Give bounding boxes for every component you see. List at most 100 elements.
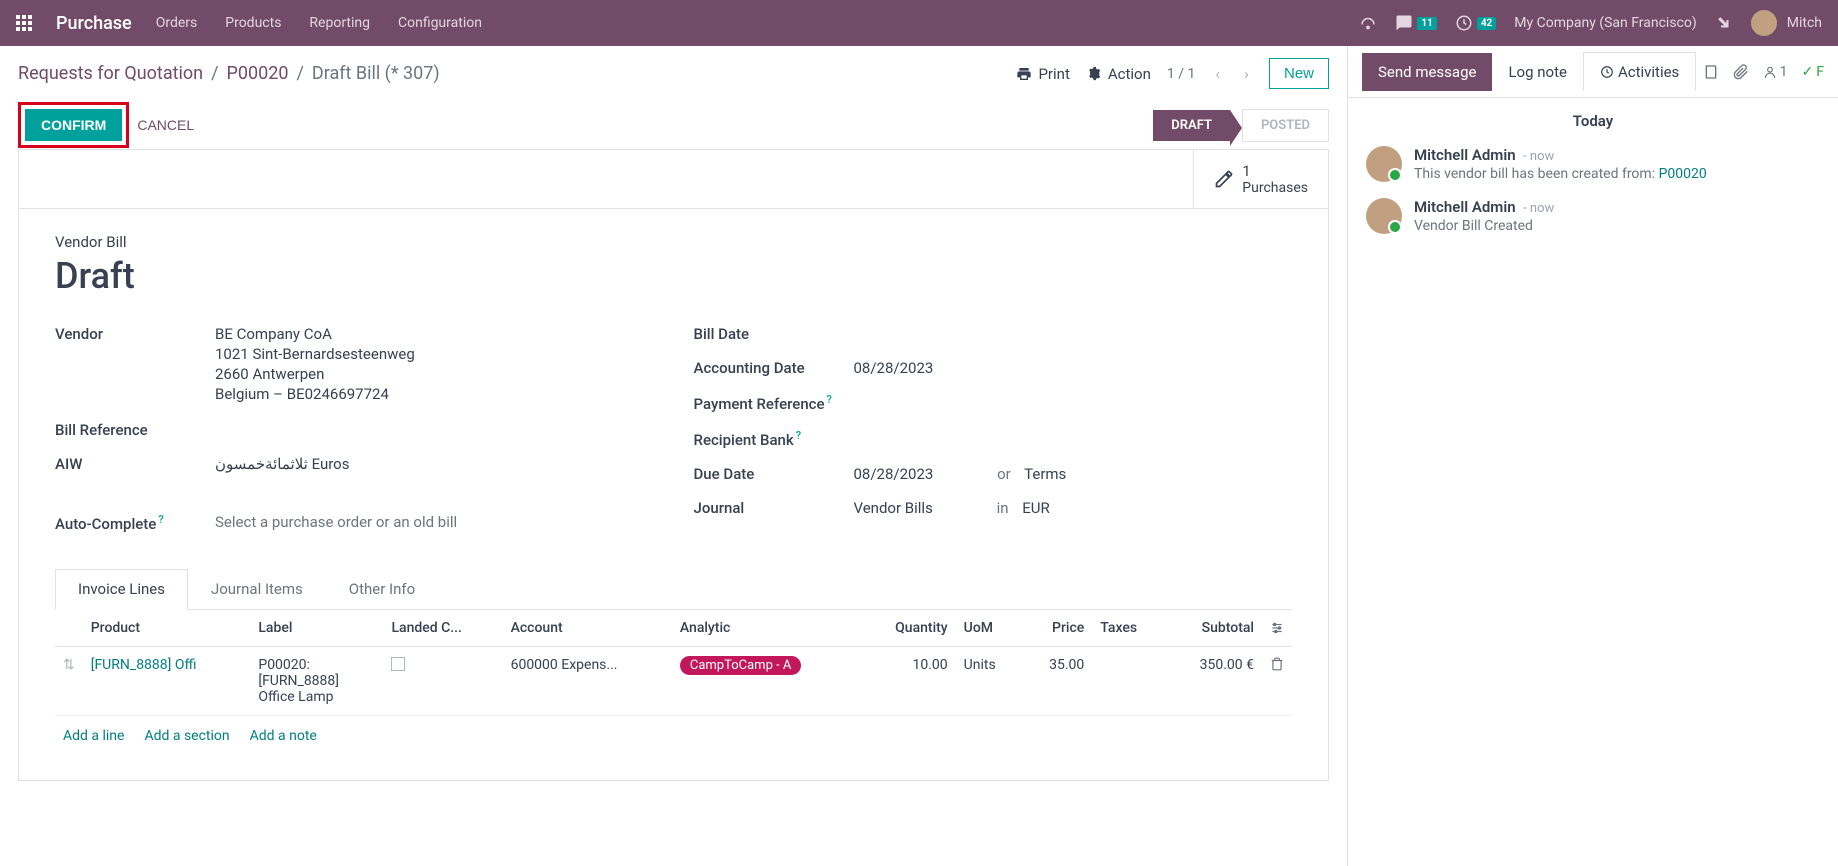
accounting-date-field[interactable]: 08/28/2023 [854,359,1293,377]
help-icon[interactable]: ? [796,429,801,442]
activities-icon[interactable]: 42 [1455,14,1496,32]
send-message-button[interactable]: Send message [1362,53,1492,91]
log-author[interactable]: Mitchell Admin [1414,198,1516,216]
messages-icon[interactable]: 11 [1395,14,1436,32]
support-icon[interactable] [1359,14,1377,32]
col-product[interactable]: Product [83,610,251,647]
log-note-button[interactable]: Log note [1492,53,1582,91]
add-note-link[interactable]: Add a note [250,728,317,744]
status-posted[interactable]: POSTED [1242,109,1329,142]
avatar[interactable] [1366,146,1402,182]
help-icon[interactable]: ? [158,513,163,526]
messages-badge: 11 [1417,17,1436,30]
due-date-field[interactable]: 08/28/2023 or Terms [854,465,1293,483]
add-section-link[interactable]: Add a section [144,728,229,744]
col-taxes[interactable]: Taxes [1092,610,1165,647]
new-button[interactable]: New [1269,58,1329,89]
cell-taxes[interactable] [1092,647,1165,716]
vendor-label: Vendor [55,325,215,405]
drag-handle-icon[interactable]: ⇅ [63,657,75,673]
cell-account[interactable]: 600000 Expens... [503,647,672,716]
prev-icon[interactable]: ‹ [1211,64,1224,83]
avatar[interactable] [1366,198,1402,234]
next-icon[interactable]: › [1240,64,1253,83]
add-line-link[interactable]: Add a line [63,728,124,744]
chatter: Send message Log note Activities 1 ✓ F T… [1348,46,1838,866]
col-account[interactable]: Account [503,610,672,647]
user-menu[interactable]: Mitch [1751,10,1822,36]
purchases-stat-button[interactable]: 1 Purchases [1193,150,1328,208]
menu-orders[interactable]: Orders [156,15,198,31]
log-entry: Mitchell Admin - now Vendor Bill Created [1348,190,1838,242]
apps-icon[interactable] [16,15,32,31]
app-name[interactable]: Purchase [56,13,132,34]
tab-invoice-lines[interactable]: Invoice Lines [55,569,188,610]
log-link[interactable]: P00020 [1659,166,1707,182]
action-button[interactable]: Action [1086,65,1151,83]
col-landed[interactable]: Landed C... [383,610,502,647]
col-analytic[interactable]: Analytic [672,610,861,647]
tab-journal-items[interactable]: Journal Items [188,569,326,609]
follow-button[interactable]: ✓ F [1802,64,1824,80]
confirm-button[interactable]: CONFIRM [25,109,122,141]
col-subtotal[interactable]: Subtotal [1165,610,1262,647]
activities-badge: 42 [1477,17,1496,30]
crumb-active: Draft Bill (* 307) [312,63,440,84]
help-icon[interactable]: ? [827,393,832,406]
vendor-field[interactable]: BE Company CoA 1021 Sint-Bernardsesteenw… [215,325,654,405]
crumb-rfq[interactable]: Requests for Quotation [18,63,203,84]
invoice-lines-table: Product Label Landed C... Account Analyt… [55,610,1292,716]
status-draft[interactable]: DRAFT [1153,110,1230,141]
columns-settings-icon[interactable] [1270,621,1284,635]
aiw-field[interactable]: ثلاثمائةخمسون Euros [215,455,654,473]
form-sheet: 1 Purchases Vendor Bill Draft Vendor BE … [18,149,1329,781]
debug-icon[interactable] [1715,14,1733,32]
aiw-label: AIW [55,455,215,473]
activities-button[interactable]: Activities [1583,52,1696,91]
menu-configuration[interactable]: Configuration [398,15,482,31]
followers-button[interactable]: 1 [1763,64,1788,80]
menu-reporting[interactable]: Reporting [309,15,370,31]
tab-other-info[interactable]: Other Info [326,569,438,609]
attachment-icon[interactable] [1733,64,1749,80]
cell-uom[interactable]: Units [956,647,1022,716]
breadcrumb-sep: / [296,63,303,84]
crumb-po[interactable]: P00020 [227,63,289,84]
stat-count: 1 [1242,162,1308,180]
menu-products[interactable]: Products [225,15,281,31]
cancel-button[interactable]: CANCEL [137,117,194,133]
table-row[interactable]: ⇅ [FURN_8888] Offi P00020: [FURN_8888] O… [55,647,1292,716]
checkbox[interactable] [391,657,405,671]
cell-landed[interactable] [383,647,502,716]
cell-qty[interactable]: 10.00 [861,647,955,716]
col-label[interactable]: Label [250,610,383,647]
breadcrumb: Requests for Quotation / P00020 / Draft … [0,46,1347,101]
journal-field[interactable]: Vendor Bills in EUR [854,499,1293,517]
doc-title[interactable]: Draft [55,255,1292,297]
bill-date-field[interactable] [854,325,1293,343]
delete-line-icon[interactable] [1270,657,1284,671]
cell-product[interactable]: [FURN_8888] Offi [83,647,251,716]
print-button[interactable]: Print [1016,65,1069,83]
analytic-tag[interactable]: CampToCamp - A [680,656,802,675]
bill-ref-label: Bill Reference [55,421,215,439]
pager: 1 / 1 [1167,66,1195,82]
autocomplete-field[interactable]: Select a purchase order or an old bill [215,513,654,533]
book-icon[interactable] [1703,64,1719,80]
cell-label[interactable]: P00020: [FURN_8888] Office Lamp [250,647,383,716]
breadcrumb-sep: / [211,63,218,84]
cell-price[interactable]: 35.00 [1022,647,1092,716]
action-bar: CONFIRM CANCEL DRAFT POSTED [0,101,1347,149]
payment-ref-field[interactable] [854,393,1293,413]
pencil-icon [1214,169,1234,189]
cell-analytic[interactable]: CampToCamp - A [672,647,861,716]
col-uom[interactable]: UoM [956,610,1022,647]
bill-ref-field[interactable] [215,421,654,439]
user-name: Mitch [1787,15,1822,31]
company-switcher[interactable]: My Company (San Francisco) [1514,15,1696,31]
col-price[interactable]: Price [1022,610,1092,647]
col-qty[interactable]: Quantity [861,610,955,647]
log-author[interactable]: Mitchell Admin [1414,146,1516,164]
recipient-bank-field[interactable] [854,429,1293,449]
form-view: Requests for Quotation / P00020 / Draft … [0,46,1348,866]
